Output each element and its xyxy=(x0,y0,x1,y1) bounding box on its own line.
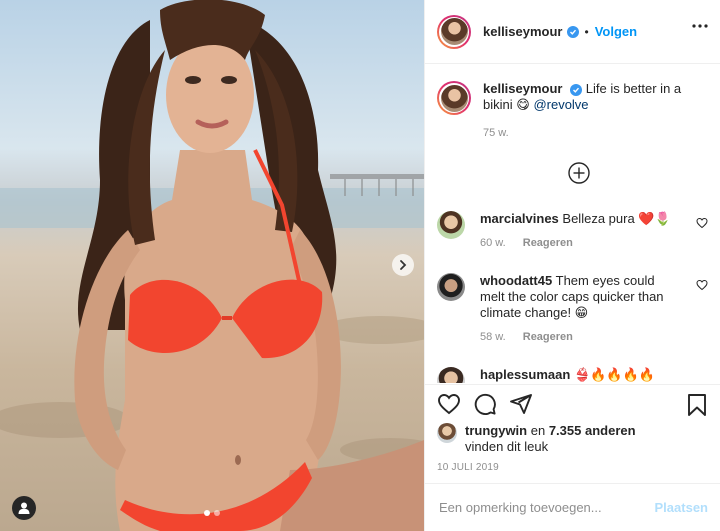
commenter-avatar[interactable] xyxy=(437,273,465,301)
chevron-right-icon xyxy=(400,260,407,270)
comment-item: whoodatt45 Them eyes could melt the colo… xyxy=(437,273,708,345)
author-username[interactable]: kelliseymour xyxy=(483,24,563,39)
liker-username[interactable]: trungywin xyxy=(465,423,527,438)
comment-text: 👙🔥🔥🔥🔥 xyxy=(573,367,655,382)
add-comment-bar: Plaatsen xyxy=(425,483,720,531)
heart-icon[interactable] xyxy=(696,217,708,229)
post-image[interactable] xyxy=(0,0,424,531)
author-avatar[interactable] xyxy=(437,14,471,49)
bookmark-icon[interactable] xyxy=(686,393,708,417)
caption-emoji: 😋 xyxy=(516,97,530,112)
next-image-button[interactable] xyxy=(392,254,414,276)
comments-section: kelliseymour Life is better in a bikini … xyxy=(425,65,720,383)
heart-icon[interactable] xyxy=(437,392,461,416)
carousel-dot xyxy=(214,510,220,516)
share-icon[interactable] xyxy=(509,392,533,416)
likes-connector: en xyxy=(530,423,546,438)
caption-username[interactable]: kelliseymour xyxy=(483,81,563,96)
likes-count[interactable]: 7.355 anderen xyxy=(549,423,636,438)
post-side-panel: kelliseymour • Volgen kelliseymour Life … xyxy=(424,0,720,531)
comment-age: 60 w. xyxy=(480,237,506,249)
instagram-post-modal: kelliseymour • Volgen kelliseymour Life … xyxy=(0,0,720,531)
caption-avatar[interactable] xyxy=(437,81,471,115)
post-header: kelliseymour • Volgen xyxy=(425,0,720,64)
more-icon[interactable] xyxy=(692,24,708,28)
header-separator: • xyxy=(584,24,589,39)
likes-summary: trungywin en 7.355 anderen vinden dit le… xyxy=(425,423,720,455)
heart-icon[interactable] xyxy=(696,279,708,291)
comment-text: Belleza pura ❤️🌷 xyxy=(562,211,671,226)
comment-username[interactable]: whoodatt45 xyxy=(480,273,552,288)
likes-suffix: vinden dit leuk xyxy=(465,439,549,454)
comment-age: 58 w. xyxy=(480,331,506,343)
caption: kelliseymour Life is better in a bikini … xyxy=(437,81,708,141)
verified-icon xyxy=(566,25,579,38)
comment-username[interactable]: marcialvines xyxy=(480,211,559,226)
caption-age: 75 w. xyxy=(483,127,509,139)
post-actions: trungywin en 7.355 anderen vinden dit le… xyxy=(425,384,720,473)
tagged-users-button[interactable] xyxy=(12,496,36,520)
post-date[interactable]: 10 JULI 2019 xyxy=(425,462,720,473)
commenter-avatar[interactable] xyxy=(437,211,465,239)
user-tag-icon xyxy=(18,502,30,514)
caption-mention[interactable]: @revolve xyxy=(533,97,588,112)
beach-photo xyxy=(0,0,424,531)
comment-item: haplessumaan 👙🔥🔥🔥🔥 xyxy=(437,367,708,383)
liker-avatar[interactable] xyxy=(437,423,457,443)
carousel-dot-active xyxy=(204,510,210,516)
comment-input[interactable] xyxy=(437,499,655,516)
comment-item: marcialvines Belleza pura ❤️🌷 60 w. Reag… xyxy=(437,211,708,251)
reply-button[interactable]: Reageren xyxy=(523,237,573,249)
comment-username[interactable]: haplessumaan xyxy=(480,367,570,382)
verified-icon xyxy=(570,83,583,96)
reply-button[interactable]: Reageren xyxy=(523,331,573,343)
commenter-avatar[interactable] xyxy=(437,367,465,383)
follow-button[interactable]: Volgen xyxy=(595,24,637,39)
post-comment-button[interactable]: Plaatsen xyxy=(655,500,708,515)
comment-icon[interactable] xyxy=(473,392,497,416)
add-icon[interactable] xyxy=(568,162,590,184)
carousel-indicator xyxy=(204,510,220,516)
